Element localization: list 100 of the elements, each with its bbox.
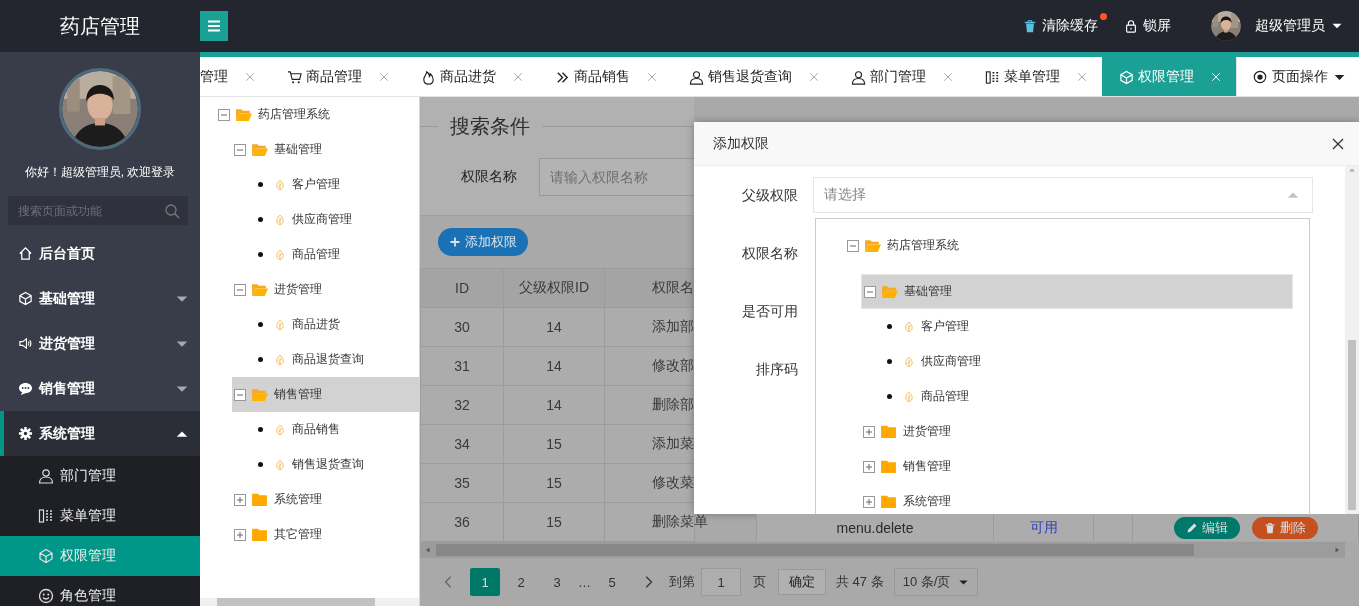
cube-icon (1119, 69, 1134, 85)
add-button[interactable]: 添加权限 (438, 228, 528, 257)
user-menu[interactable]: 超级管理员 (1255, 17, 1343, 35)
nav-item[interactable]: 系统管理 (0, 411, 200, 456)
tree-node[interactable]: 药店管理系统 (845, 228, 1293, 263)
header-action[interactable]: 锁屏 (1124, 17, 1171, 35)
tree-node[interactable]: 销售退货查询 (248, 447, 419, 482)
tree-node[interactable]: 供应商管理 (877, 344, 1293, 379)
parent-select[interactable]: 请选择 (813, 177, 1313, 213)
table-cell: 14 (546, 319, 562, 335)
name-input[interactable]: 请输入权限名称 (539, 158, 694, 196)
header-action[interactable]: 清除缓存 (1023, 17, 1098, 35)
tree-node[interactable]: 商品管理 (248, 237, 419, 272)
page-button[interactable]: 3 (542, 568, 572, 596)
bullet-icon (258, 252, 263, 257)
collapse-icon[interactable] (864, 285, 876, 298)
delete-button[interactable]: 删除 (1251, 516, 1318, 539)
search-field[interactable]: 搜索页面或功能 (8, 196, 188, 225)
tree-node[interactable]: 系统管理 (232, 482, 419, 517)
tree-node[interactable]: 基础管理 (232, 132, 419, 167)
tree-node[interactable]: 供应商管理 (248, 202, 419, 237)
tree-node[interactable]: 基础管理 (861, 274, 1293, 309)
folder-icon (251, 386, 268, 403)
table-cell: 30 (454, 319, 470, 335)
leaf-icon (274, 213, 286, 226)
bullet-icon (258, 357, 263, 362)
leaf-icon (274, 318, 286, 331)
bullet-icon (258, 217, 263, 222)
expand-icon[interactable] (863, 495, 875, 508)
tree-node[interactable]: 销售管理 (232, 377, 419, 412)
tree-node[interactable]: 药店管理系统 (216, 97, 419, 132)
nav-subitem[interactable]: 菜单管理 (0, 496, 200, 536)
nav-subitem[interactable]: 角色管理 (0, 576, 200, 606)
goto-label: 到第 (669, 573, 695, 591)
leaf-icon (274, 248, 286, 261)
tree-node[interactable]: 商品管理 (877, 379, 1293, 414)
settings-icon (18, 426, 33, 441)
expand-icon[interactable] (234, 493, 246, 506)
folder-icon (251, 141, 268, 158)
tree-node[interactable]: 商品进货 (248, 307, 419, 342)
expand-icon[interactable] (863, 460, 875, 473)
app-logo: 药店管理 (59, 13, 141, 39)
nav-item[interactable]: 基础管理 (0, 276, 200, 321)
tree-node[interactable]: 进货管理 (861, 414, 1293, 449)
nav-item[interactable]: 后台首页 (0, 231, 200, 276)
tab[interactable]: 菜单管理 (968, 57, 1102, 96)
edit-button[interactable]: 编辑 (1173, 516, 1240, 539)
confirm-button[interactable]: 确定 (778, 569, 826, 595)
tree-node[interactable]: 客户管理 (248, 167, 419, 202)
cart-icon (287, 69, 302, 85)
menu-button[interactable] (200, 11, 228, 41)
table-cell: 修改部 (652, 357, 694, 373)
nav-subitem[interactable]: 部门管理 (0, 456, 200, 496)
folder-icon (881, 283, 898, 300)
tab[interactable]: 部门管理 (834, 57, 968, 96)
page-input[interactable]: 1 (701, 568, 741, 596)
tree-node[interactable]: 客户管理 (877, 309, 1293, 344)
columns-icon (985, 69, 1000, 85)
horizontal-scrollbar[interactable] (420, 542, 1345, 558)
home-icon (18, 246, 33, 261)
tree-node[interactable]: 销售管理 (861, 449, 1293, 484)
tab[interactable]: 销售退货查询 (672, 57, 834, 96)
tab[interactable]: 商品销售 (538, 57, 672, 96)
collapse-icon[interactable] (234, 143, 246, 156)
folder-icon (235, 106, 252, 123)
tab[interactable]: 商品进货 (404, 57, 538, 96)
tab[interactable]: 管理 (200, 57, 270, 96)
scrollbar-thumb[interactable] (217, 598, 375, 606)
page-button[interactable]: 2 (506, 568, 536, 596)
expand-icon[interactable] (863, 425, 875, 438)
table-cell: 14 (546, 358, 562, 374)
folder-icon (251, 491, 268, 508)
lock-icon (1124, 19, 1138, 33)
field-label: 父级权限 (742, 186, 798, 205)
collapse-icon[interactable] (234, 388, 246, 401)
tree-node[interactable]: 商品退货查询 (248, 342, 419, 377)
page-button[interactable]: 1 (470, 568, 500, 596)
smiley-icon (38, 588, 54, 604)
collapse-icon[interactable] (847, 239, 859, 252)
tree-node[interactable]: 商品销售 (248, 412, 419, 447)
collapse-icon[interactable] (234, 283, 246, 296)
collapse-icon[interactable] (218, 108, 230, 121)
cube-icon (18, 291, 33, 306)
vertical-scrollbar[interactable] (1345, 166, 1359, 514)
tree-node[interactable]: 其它管理 (232, 517, 419, 552)
folder-icon (880, 423, 897, 440)
tree-node[interactable]: 进货管理 (232, 272, 419, 307)
table-cell: 32 (454, 397, 470, 413)
page-ellipsis: … (578, 574, 591, 590)
expand-icon[interactable] (234, 528, 246, 541)
nav-item[interactable]: 进货管理 (0, 321, 200, 366)
page-button[interactable]: 5 (597, 568, 627, 596)
total-count: 共 47 条 (836, 573, 884, 591)
folder-icon (251, 526, 268, 543)
tree-node[interactable]: 系统管理 (861, 484, 1293, 514)
section-title: 搜索条件 (450, 113, 530, 139)
tab[interactable]: 商品管理 (270, 57, 404, 96)
nav-item[interactable]: 销售管理 (0, 366, 200, 411)
column-header: 权限名 (604, 268, 695, 308)
page-size-select[interactable]: 10 条/页 (893, 568, 979, 596)
